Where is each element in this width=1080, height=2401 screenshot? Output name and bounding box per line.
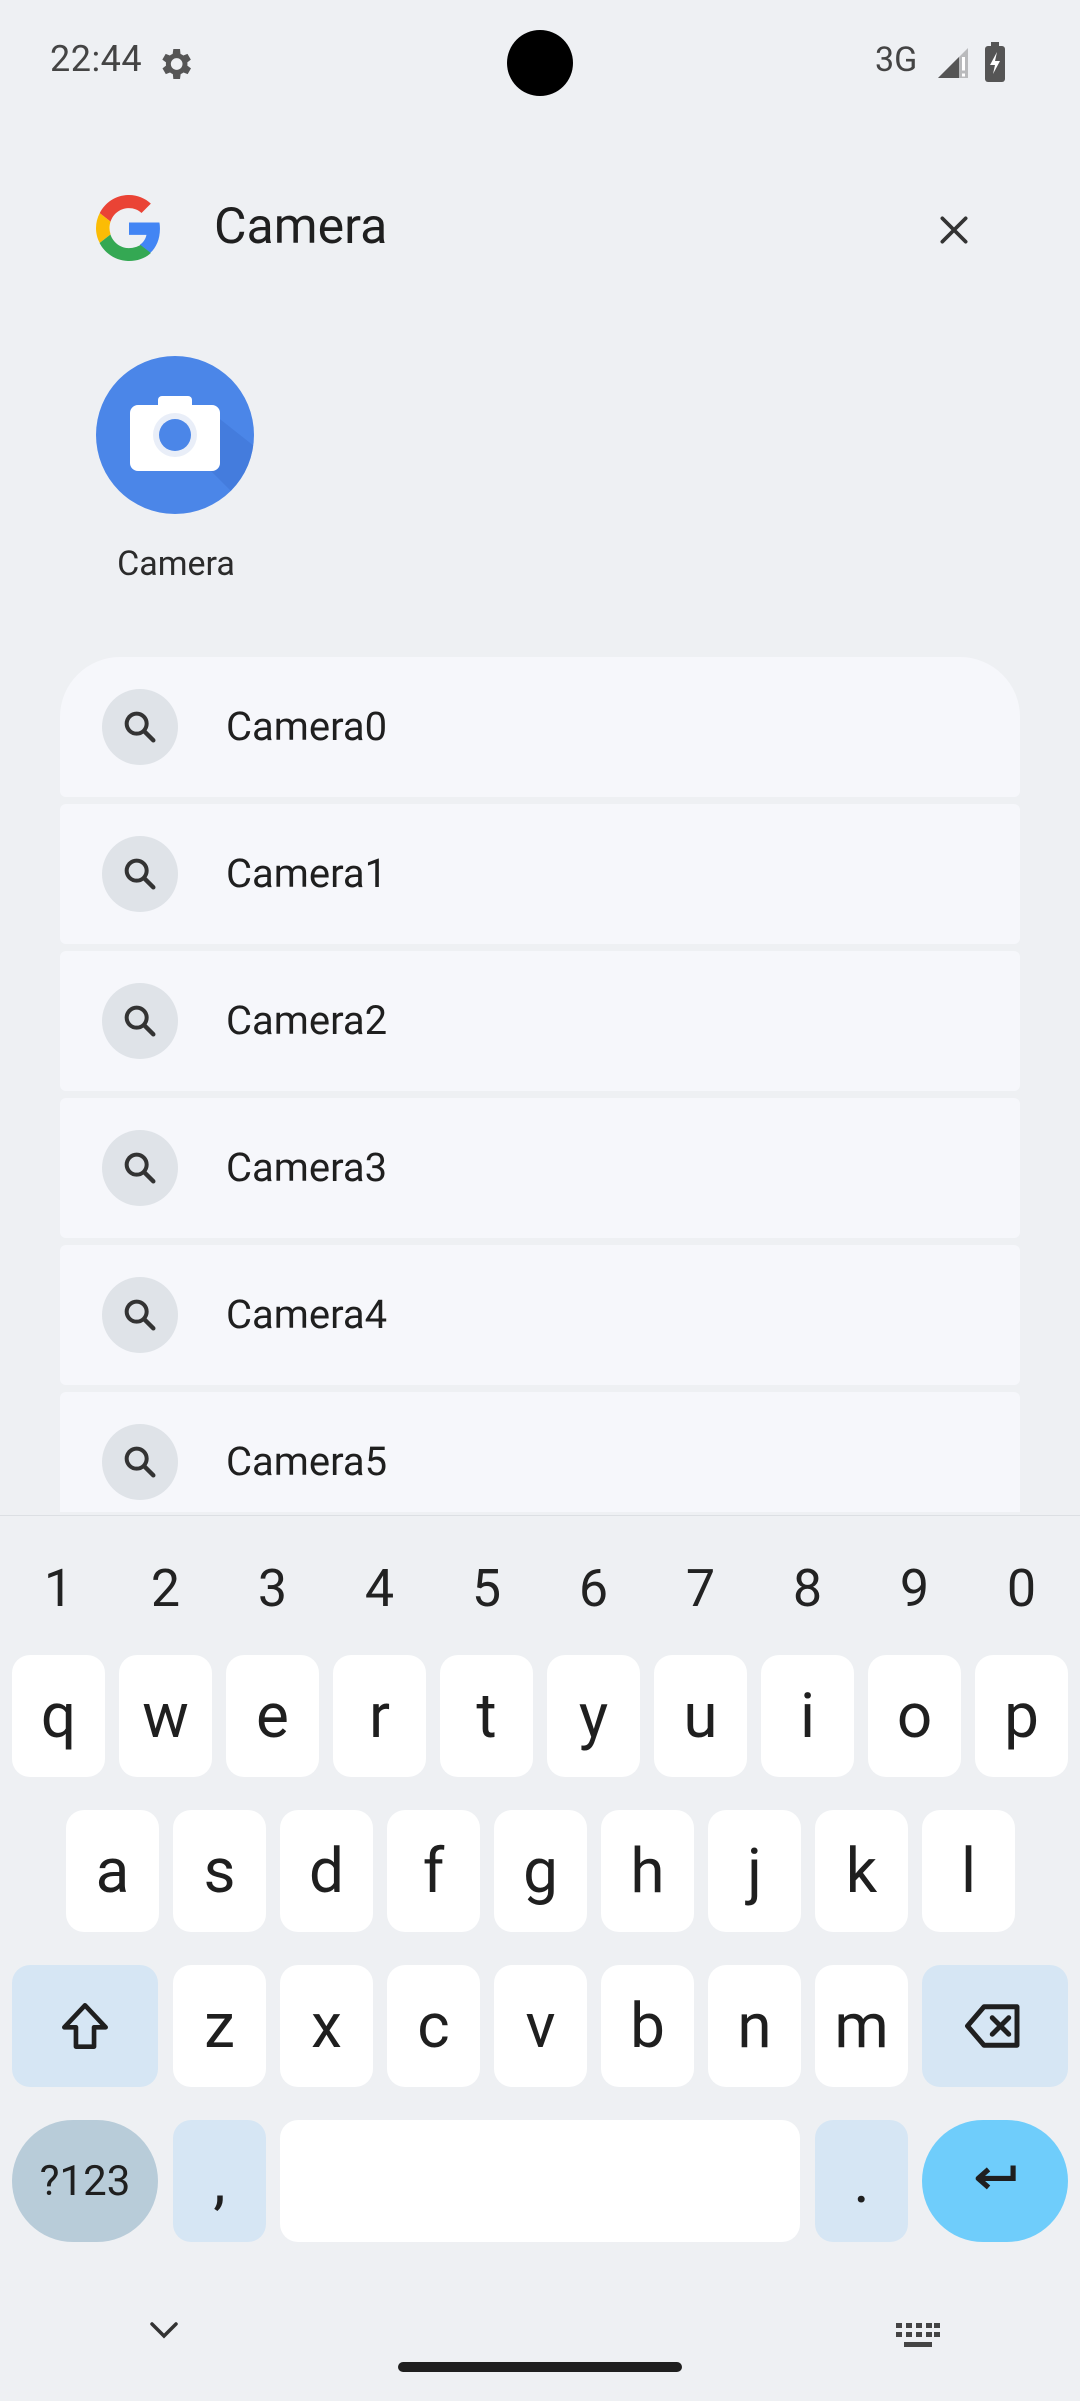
status-bar: 22:44 3G [0,0,1080,130]
suggestion-text: Camera1 [226,850,388,897]
backspace-key[interactable] [922,1965,1068,2087]
network-type: 3G [875,40,918,80]
search-icon [102,1130,178,1206]
home-gesture-bar[interactable] [398,2362,682,2372]
search-icon [102,1424,178,1500]
key-a[interactable]: a [66,1810,159,1932]
suggestion-item[interactable]: Camera0 [60,657,1020,797]
key-o[interactable]: o [868,1655,961,1777]
key-r[interactable]: r [333,1655,426,1777]
enter-key[interactable] [922,2120,1068,2242]
suggestion-item[interactable]: Camera5 [60,1392,1020,1512]
key-3[interactable]: 3 [219,1558,326,1619]
key-v[interactable]: v [494,1965,587,2087]
suggestion-text: Camera0 [226,703,388,750]
clear-search-button[interactable] [926,202,982,258]
signal-icon [938,48,968,78]
key-8[interactable]: 8 [754,1558,861,1619]
close-icon [940,216,968,244]
backspace-icon [965,2004,1020,2048]
key-9[interactable]: 9 [861,1558,968,1619]
space-key[interactable] [280,2120,800,2242]
shift-icon [62,2003,108,2049]
app-label: Camera [117,544,235,584]
search-icon [102,1277,178,1353]
app-result-camera[interactable]: Camera [96,356,256,584]
symbols-key[interactable]: ?123 [12,2120,158,2242]
settings-gear-icon [162,49,191,79]
suggestion-list: Camera0 Camera1 Camera2 Camera3 Camera4 … [60,657,1020,1512]
battery-charging-icon [985,42,1005,82]
key-e[interactable]: e [226,1655,319,1777]
suggestion-text: Camera4 [226,1291,388,1338]
number-row: 1 2 3 4 5 6 7 8 9 0 [0,1538,1080,1638]
key-f[interactable]: f [387,1810,480,1932]
suggestion-text: Camera3 [226,1144,388,1191]
comma-key[interactable]: , [173,2120,266,2242]
enter-icon [975,2165,1016,2190]
key-c[interactable]: c [387,1965,480,2087]
key-q[interactable]: q [12,1655,105,1777]
key-b[interactable]: b [601,1965,694,2087]
key-y[interactable]: y [547,1655,640,1777]
key-l[interactable]: l [922,1810,1015,1932]
key-k[interactable]: k [815,1810,908,1932]
key-0[interactable]: 0 [968,1558,1075,1619]
key-p[interactable]: p [975,1655,1068,1777]
suggestion-item[interactable]: Camera2 [60,951,1020,1091]
key-j[interactable]: j [708,1810,801,1932]
shift-key[interactable] [12,1965,158,2087]
on-screen-keyboard: 1 2 3 4 5 6 7 8 9 0 q w e r t y u i o p … [0,1515,1080,2401]
key-s[interactable]: s [173,1810,266,1932]
key-z[interactable]: z [173,1965,266,2087]
suggestion-text: Camera5 [226,1438,388,1485]
key-7[interactable]: 7 [647,1558,754,1619]
camera-app-icon [96,356,254,514]
suggestion-text: Camera2 [226,997,388,1044]
key-4[interactable]: 4 [326,1558,433,1619]
search-icon [102,983,178,1059]
key-n[interactable]: n [708,1965,801,2087]
chevron-down-icon[interactable] [146,2318,182,2342]
key-x[interactable]: x [280,1965,373,2087]
key-w[interactable]: w [119,1655,212,1777]
suggestion-item[interactable]: Camera3 [60,1098,1020,1238]
search-bar[interactable]: Camera [0,170,1080,290]
status-time: 22:44 [50,38,143,80]
search-icon [102,836,178,912]
period-key[interactable]: . [815,2120,908,2242]
key-5[interactable]: 5 [433,1558,540,1619]
key-u[interactable]: u [654,1655,747,1777]
key-6[interactable]: 6 [540,1558,647,1619]
key-t[interactable]: t [440,1655,533,1777]
key-i[interactable]: i [761,1655,854,1777]
suggestion-item[interactable]: Camera1 [60,804,1020,944]
front-camera-cutout [507,30,573,96]
key-h[interactable]: h [601,1810,694,1932]
key-g[interactable]: g [494,1810,587,1932]
google-logo [96,195,160,261]
search-icon [102,689,178,765]
key-2[interactable]: 2 [112,1558,219,1619]
suggestion-item[interactable]: Camera4 [60,1245,1020,1385]
key-d[interactable]: d [280,1810,373,1932]
key-m[interactable]: m [815,1965,908,2087]
key-1[interactable]: 1 [5,1558,112,1619]
search-query-text[interactable]: Camera [214,198,387,256]
keyboard-icon[interactable] [896,2323,940,2349]
